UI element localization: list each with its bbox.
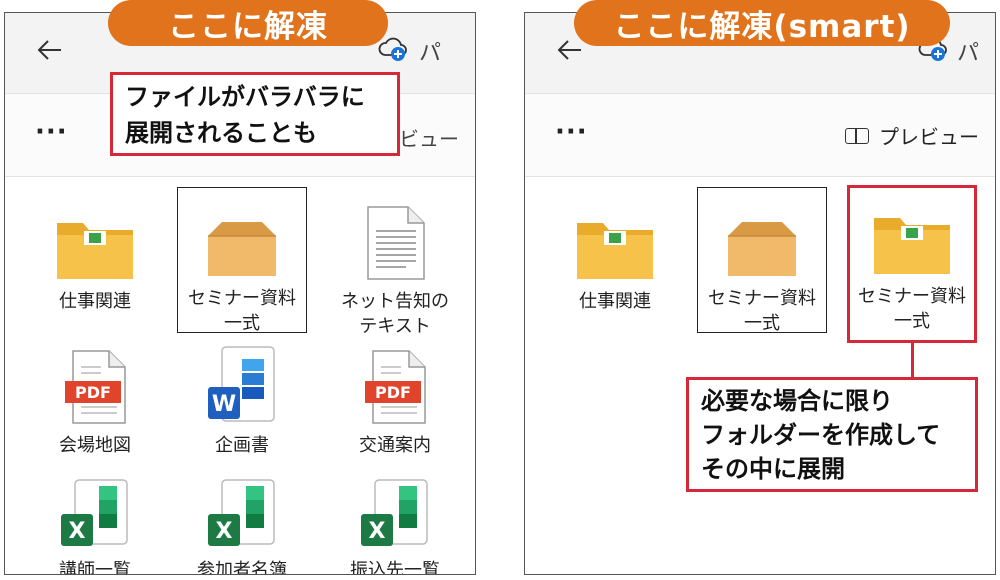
callout-scattered-files: ファイルがバラバラに 展開されることも [110,72,400,156]
file-item-pdf[interactable]: PDF 会場地図 [30,343,160,468]
file-name: 参加者名簿 [197,560,287,575]
open-box-icon [208,222,276,276]
excel-badge: X [369,519,386,544]
callout-connector [911,342,914,378]
file-item-excel[interactable]: X 参加者名簿 [177,468,307,575]
file-name: セミナー資料 一式 [188,288,296,334]
file-item-new-folder[interactable]: セミナー資料 一式 [847,185,977,343]
file-name: セミナー資料 一式 [708,288,816,334]
file-item-excel[interactable]: X 講師一覧 [30,468,160,575]
file-item-word[interactable]: W 企画書 [177,343,307,468]
file-name: 会場地図 [59,435,131,456]
back-arrow-icon[interactable] [35,35,65,65]
file-item-folder[interactable]: 仕事関連 [30,199,160,344]
preview-label: プレビュー [879,125,979,149]
pdf-badge: PDF [75,383,111,402]
file-item-zip[interactable]: セミナー資料 一式 [697,187,827,334]
file-name: 仕事関連 [59,291,131,312]
file-item-excel[interactable]: X 振込先一覧 [330,468,460,575]
file-name: 交通案内 [359,435,431,456]
titlebar-label-fragment: パ [957,41,980,66]
file-item-folder[interactable]: 仕事関連 [550,199,680,344]
preview-button[interactable]: プレビュー [845,121,979,150]
file-item-pdf[interactable]: PDF 交通案内 [330,343,460,468]
open-box-icon [728,222,796,276]
file-item-zip[interactable]: セミナー資料 一式 [177,187,307,334]
folder-icon [577,223,653,279]
file-name: ネット告知の テキスト [341,291,449,337]
excel-file-icon: X [361,479,428,546]
file-item-text[interactable]: ネット告知の テキスト [330,199,460,344]
more-options-icon[interactable]: ··· [35,117,68,147]
file-name: 講師一覧 [59,560,131,575]
more-options-icon[interactable]: ··· [555,117,588,147]
pdf-file-icon: PDF [65,350,126,424]
excel-badge: X [69,519,86,544]
text-file-icon [367,206,425,280]
banner-extract-here-smart: ここに解凍(smart) [574,0,950,46]
pdf-badge: PDF [375,383,411,402]
file-name: 振込先一覧 [350,560,440,575]
pdf-file-icon: PDF [365,350,426,424]
folder-icon [57,223,133,279]
excel-file-icon: X [208,479,275,546]
excel-file-icon: X [61,479,128,546]
word-badge: W [212,392,236,417]
preview-pane-icon [845,127,869,144]
folder-icon [874,218,950,274]
preview-label-fragment[interactable]: ビュー [399,123,459,152]
callout-smart-folder: 必要な場合に限り フォルダーを作成して その中に展開 [686,377,978,492]
file-name: 企画書 [215,435,269,456]
word-file-icon: W [208,346,275,422]
file-name: 仕事関連 [579,291,651,312]
file-name: セミナー資料 一式 [858,286,966,332]
titlebar-label-fragment: パ [419,41,442,66]
excel-badge: X [216,519,233,544]
banner-extract-here: ここに解凍 [108,0,388,46]
